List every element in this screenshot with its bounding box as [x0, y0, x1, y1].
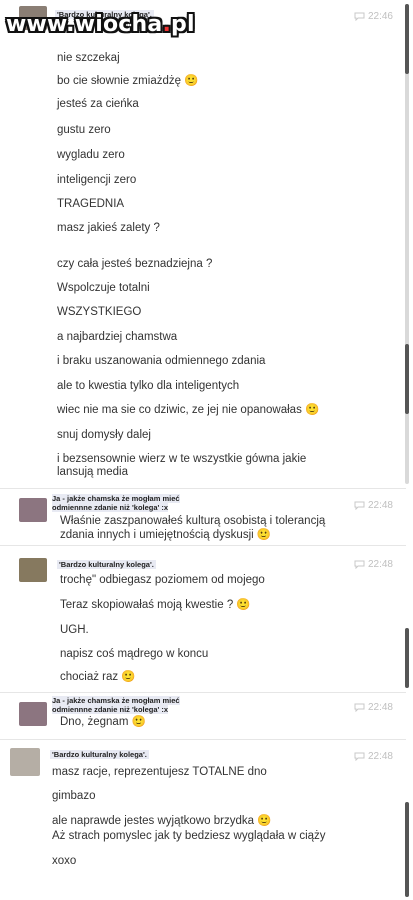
message-text: UGH. [60, 624, 89, 636]
message-text: i braku uszanowania odmiennego zdania [57, 355, 266, 367]
message-text: czy cała jesteś beznadziejna ? [57, 258, 213, 270]
message-text: inteligencji zero [57, 174, 137, 186]
sender-name[interactable]: 'Bardzo kulturalny kolega'. [50, 750, 149, 759]
message-time: 22:48 [354, 559, 393, 570]
message-text: Aż strach pomyslec jak ty bedziesz wyglą… [52, 830, 326, 842]
message-text: snuj domysły dalej [57, 429, 151, 441]
message-text: ale to kwestia tylko dla inteligentych [57, 380, 240, 392]
message-text: ale naprawde jestes wyjątkowo brzydka 🙂 [52, 815, 272, 827]
message-text: masz jakieś zalety ? [57, 222, 160, 234]
message-text: jesteś za cieńka [57, 98, 139, 110]
message-text: Dno, żegnam 🙂 [60, 716, 146, 728]
divider [0, 692, 406, 693]
message-text: nie szczekaj [57, 52, 120, 64]
message-text: wygladu zero [57, 149, 125, 161]
divider [0, 545, 406, 546]
message-block: 'Bardzo kulturalny kolega'. 22:48 masz r… [0, 742, 413, 900]
message-time: 22:48 [354, 751, 393, 762]
message-block: Ja - jakże chamska że mogłam mieć odmien… [0, 490, 413, 542]
chat-bubble-icon [354, 12, 365, 21]
message-block: 'Bardzo kulturalny kolega'. 22:46 nie sz… [0, 0, 413, 487]
sender-name[interactable]: Ja - jakże chamska że mogłam mieć odmien… [50, 696, 204, 714]
avatar[interactable] [19, 558, 47, 582]
message-text: chociaż raz 🙂 [60, 671, 136, 683]
scrollbar-thumb[interactable] [405, 628, 409, 688]
sender-name[interactable]: 'Bardzo kulturalny kolega'. [57, 560, 156, 569]
message-text: gustu zero [57, 124, 111, 136]
scrollbar[interactable] [405, 4, 409, 484]
message-text: xoxo [52, 855, 77, 867]
message-text: Wspolczuje totalni [57, 282, 150, 294]
message-text: a najbardziej chamstwa [57, 331, 178, 343]
message-block: Ja - jakże chamska że mogłam mieć odmien… [0, 694, 413, 736]
message-time: 22:48 [354, 500, 393, 511]
watermark-logo: www.wiocha.pl [6, 12, 195, 37]
chat-bubble-icon [354, 560, 365, 569]
message-time: 22:48 [354, 702, 393, 713]
message-text: WSZYSTKIEGO [57, 306, 142, 318]
avatar[interactable] [10, 748, 40, 776]
chat-bubble-icon [354, 501, 365, 510]
message-text: bo cie słownie zmiażdżę 🙂 [57, 75, 199, 87]
avatar[interactable] [19, 702, 47, 726]
scrollbar[interactable] [405, 802, 409, 897]
message-time: 22:46 [354, 11, 393, 22]
divider [0, 739, 406, 740]
message-block: 'Bardzo kulturalny kolega'. 22:48 trochę… [0, 548, 413, 690]
message-text: napisz coś mądrego w koncu [60, 648, 209, 660]
sender-name[interactable]: Ja - jakże chamska że mogłam mieć odmien… [50, 494, 204, 512]
chat-bubble-icon [354, 752, 365, 761]
message-text: trochę" odbiegasz poziomem od mojego [60, 574, 265, 586]
message-text: Teraz skopiowałaś moją kwestie ? 🙂 [60, 599, 251, 611]
message-text: gimbazo [52, 790, 96, 802]
scrollbar-thumb[interactable] [405, 344, 409, 414]
scrollbar-thumb[interactable] [405, 802, 409, 897]
scrollbar[interactable] [405, 628, 409, 688]
message-text: wiec nie ma sie co dziwic, ze jej nie op… [57, 404, 320, 416]
message-text: masz racje, reprezentujesz TOTALNE dno [52, 766, 267, 778]
message-text: Właśnie zaszpanowałeś kulturą osobistą i… [60, 515, 326, 541]
scrollbar-thumb[interactable] [405, 4, 409, 74]
message-text: TRAGEDNIA [57, 198, 125, 210]
divider [0, 488, 406, 489]
chat-bubble-icon [354, 703, 365, 712]
message-text: i bezsensownie wierz w te wszystkie gówn… [57, 453, 307, 478]
avatar[interactable] [19, 498, 47, 522]
